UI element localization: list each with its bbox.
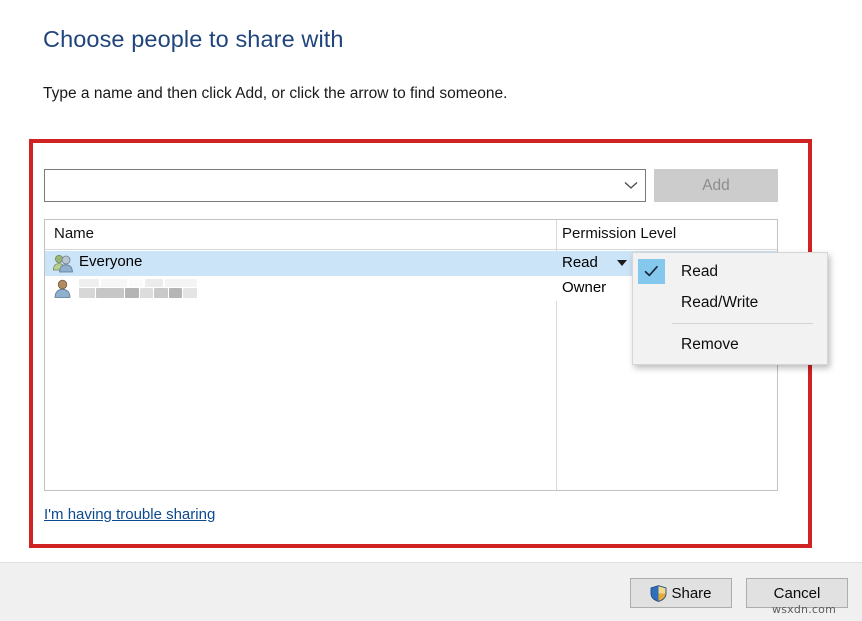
share-button-label: Share: [671, 584, 712, 602]
two-users-icon: [52, 253, 74, 274]
watermark: wsxdn.com: [772, 603, 836, 616]
column-header-name: Name: [54, 225, 95, 242]
name-combobox[interactable]: [44, 169, 646, 202]
share-button[interactable]: Share: [630, 578, 732, 608]
menu-item-remove[interactable]: Remove: [633, 329, 827, 360]
menu-item-label: Read/Write: [681, 293, 759, 311]
row-name: Everyone: [79, 253, 143, 270]
menu-item-label: Remove: [681, 335, 739, 353]
dialog-footer: Share Cancel: [0, 562, 862, 621]
menu-item-read-write[interactable]: Read/Write: [633, 287, 827, 318]
list-header: Name Permission Level: [45, 220, 777, 250]
chevron-down-icon[interactable]: [616, 170, 645, 201]
page-title: Choose people to share with: [43, 26, 344, 52]
permission-level-menu[interactable]: Read Read/Write Remove: [632, 252, 828, 365]
uac-shield-icon: [650, 584, 667, 602]
page-subtitle: Type a name and then click Add, or click…: [43, 85, 508, 102]
column-header-permission: Permission Level: [562, 225, 677, 242]
permission-dropdown-caret-icon[interactable]: [617, 260, 627, 266]
row-permission-value[interactable]: Read: [562, 254, 598, 271]
menu-item-label: Read: [681, 262, 719, 280]
name-input[interactable]: [45, 170, 617, 201]
trouble-sharing-link[interactable]: I'm having trouble sharing: [44, 506, 215, 523]
add-button[interactable]: Add: [654, 169, 778, 202]
checkmark-icon: [638, 259, 665, 284]
menu-item-read[interactable]: Read: [633, 256, 827, 287]
menu-separator: [672, 323, 813, 324]
row-permission-value: Owner: [562, 279, 607, 296]
single-user-icon: [52, 278, 74, 299]
share-dialog: Choose people to share with Type a name …: [0, 0, 862, 562]
redacted-user-name: [79, 279, 197, 298]
